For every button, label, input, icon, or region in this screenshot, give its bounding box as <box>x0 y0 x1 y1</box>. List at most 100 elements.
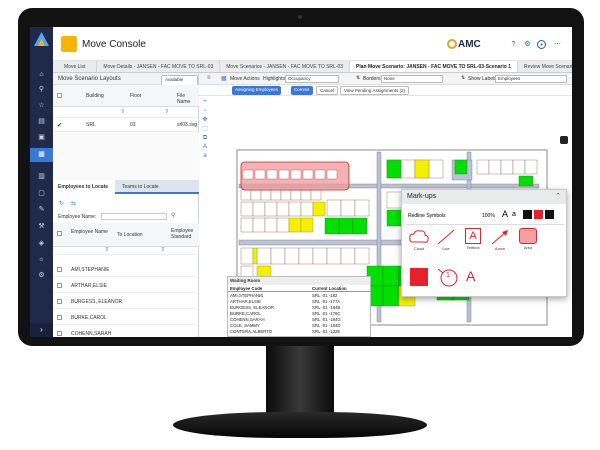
gear-icon[interactable]: ⚙ <box>37 271 46 280</box>
folder-icon[interactable]: ▣ <box>37 133 46 142</box>
area-tool[interactable]: Area <box>515 228 541 250</box>
tab-employees-to-locate[interactable]: Employees to Locate <box>53 180 115 194</box>
star-icon[interactable]: ☆ <box>37 101 46 110</box>
commit-button[interactable]: Commit <box>291 86 313 95</box>
toggle-icon[interactable]: ⇆ <box>71 200 76 207</box>
filled-rect-tool-icon[interactable] <box>410 268 428 286</box>
table-row[interactable]: COLE, SAMMY SRL -01 -184D <box>230 323 370 328</box>
textbox-tool[interactable]: A Textbox <box>460 228 486 250</box>
font-size-large-button[interactable]: A <box>502 209 508 219</box>
table-row[interactable]: BURGESS, ELEANOR SRL -01 -184B <box>230 305 370 310</box>
select-all-checkbox[interactable] <box>57 93 62 98</box>
table-row[interactable]: AMI,STEPHANIE SRL -01 -182 <box>230 293 370 298</box>
move-actions-icon[interactable]: ▦ <box>221 75 227 82</box>
select-icon[interactable]: ⬚ <box>201 125 209 134</box>
col-current-location[interactable]: Current Location <box>312 286 368 291</box>
cloud-tool[interactable]: Cloud <box>406 228 432 251</box>
row-checkbox[interactable] <box>57 283 62 288</box>
tab-move-scenarios[interactable]: Move Scenarios - JANSEN - FAC MOVE TO SR… <box>220 61 351 72</box>
col-to-location[interactable]: To Location <box>117 232 143 238</box>
lightbulb-icon[interactable]: ☼ <box>37 255 46 264</box>
gear-icon[interactable]: ⚙ <box>523 40 532 49</box>
search-icon[interactable]: ⚲ <box>171 212 175 219</box>
select-all-checkbox[interactable] <box>57 231 62 236</box>
sort-icon[interactable]: ⇅ <box>356 75 360 81</box>
row-checkbox[interactable] <box>57 299 62 304</box>
borders-select[interactable]: None <box>381 75 443 83</box>
cancel-button[interactable]: Cancel <box>316 86 339 95</box>
highlights-select[interactable]: Occupancy <box>285 75 339 83</box>
zoom-in-icon[interactable]: + <box>201 98 209 107</box>
tab-move-list[interactable]: Move List <box>53 61 98 72</box>
text-tool-icon[interactable]: A <box>466 268 475 284</box>
help-icon[interactable]: ? <box>509 40 518 49</box>
layers-icon[interactable]: ⧉ <box>201 134 209 143</box>
move-actions-menu[interactable]: Move Actions <box>230 76 260 82</box>
col-employee-standard[interactable]: Employee Standard <box>171 228 199 240</box>
table-row[interactable]: ARTHAR,ELSIE <box>53 279 199 293</box>
cube-icon[interactable]: ◈ <box>37 239 46 248</box>
row-checkbox[interactable] <box>57 331 62 336</box>
assigning-employees-button[interactable]: Assigning Employees <box>232 86 282 95</box>
expand-rail-icon[interactable]: › <box>30 323 53 337</box>
table-row[interactable]: AMI,STEPHANIE <box>53 263 199 277</box>
table-row[interactable]: COHENN,SARAH <box>53 327 199 337</box>
zoom-level: 100% <box>482 213 495 219</box>
user-avatar-icon[interactable]: • <box>537 40 546 49</box>
show-labels-select[interactable]: Employees <box>495 75 567 83</box>
font-size-small-button[interactable]: a <box>512 211 516 218</box>
menu-icon[interactable]: ≡ <box>207 75 211 81</box>
filter-icon[interactable]: ⊽ <box>161 247 165 253</box>
pan-icon[interactable]: ✥ <box>201 116 209 125</box>
table-row[interactable]: BURKE,CAROL <box>53 311 199 325</box>
wrench-icon[interactable]: ⚒ <box>37 222 46 231</box>
table-row[interactable]: BURGESS, ELEANOR <box>53 295 199 309</box>
more-icon[interactable]: ⋯ <box>553 40 562 49</box>
filter-icon[interactable]: ⊽ <box>121 109 125 115</box>
text-icon[interactable]: A <box>201 143 209 152</box>
col-floor[interactable]: Floor <box>130 93 141 99</box>
row-checkbox[interactable] <box>57 315 62 320</box>
search-icon[interactable]: ⚲ <box>37 85 46 94</box>
clipboard-icon[interactable]: ▥ <box>37 172 46 181</box>
tab-teams-to-locate[interactable]: Teams to Locate <box>117 180 164 194</box>
table-row[interactable]: ARTHAR,ELSIE SRL -01 -177A <box>230 299 370 304</box>
table-row[interactable]: CONTERA,ALBERTO SRL -01 -132E <box>230 329 370 334</box>
home-icon[interactable]: ⌂ <box>37 70 46 79</box>
col-file-name[interactable]: File Name <box>177 93 199 105</box>
waiting-room-title: Waiting Room <box>228 277 370 285</box>
move-console-icon[interactable]: ▦ <box>30 148 53 162</box>
checked-checkbox-icon[interactable]: ✔ <box>57 122 62 129</box>
current-location: SRL -01 -184B <box>312 305 341 310</box>
employee-name-input[interactable] <box>101 213 167 220</box>
filter-icon[interactable]: ⊽ <box>105 247 109 253</box>
zoom-out-icon[interactable]: − <box>201 107 209 116</box>
show-labels-label: Show Labels: <box>468 76 499 82</box>
row-checkbox[interactable] <box>57 267 62 272</box>
color-black-swatch[interactable] <box>523 210 532 219</box>
color-red-swatch[interactable] <box>534 210 543 219</box>
sort-icon[interactable]: ⇅ <box>461 75 465 81</box>
calendar-icon[interactable]: ▢ <box>37 189 46 198</box>
tools-icon[interactable]: ✎ <box>37 205 46 214</box>
table-row[interactable]: COHENN,SARAH SRL -01 -184G <box>230 317 370 322</box>
col-employee-code[interactable]: Employee Code <box>230 286 290 291</box>
view-pending-assignments-button[interactable]: View Pending Assignments (2) <box>340 86 409 95</box>
subtext-icon[interactable]: a <box>201 152 209 161</box>
line-tool[interactable]: Line <box>433 228 459 251</box>
document-icon[interactable]: ▤ <box>37 117 46 126</box>
filter-icon[interactable]: ⊽ <box>165 109 169 115</box>
table-row[interactable]: ✔ SRL 03 srl03.svg <box>53 118 199 132</box>
tab-plan-move-scenario[interactable]: Plan Move Scenario: JANSEN - FAC MOVE TO… <box>350 61 518 72</box>
refresh-icon[interactable]: ↻ <box>59 200 64 207</box>
col-employee-name[interactable]: Employee Name <box>71 229 111 235</box>
color-black-swatch[interactable] <box>545 210 554 219</box>
collapse-icon[interactable]: ⌃ <box>555 190 561 204</box>
arrow-tool[interactable]: Arrow <box>487 228 513 251</box>
settings-icon[interactable] <box>560 136 568 144</box>
col-building[interactable]: Building <box>86 93 104 99</box>
tab-review-move-scenario[interactable]: Review Move Scenario <box>518 61 572 72</box>
employee-name: ARTHAR,ELSIE <box>71 283 108 289</box>
table-row[interactable]: BURKE,CAROL SRL -01 -176C <box>230 311 370 316</box>
tab-move-details[interactable]: Move Details - JANSEN - FAC MOVE TO SRL-… <box>97 61 221 72</box>
